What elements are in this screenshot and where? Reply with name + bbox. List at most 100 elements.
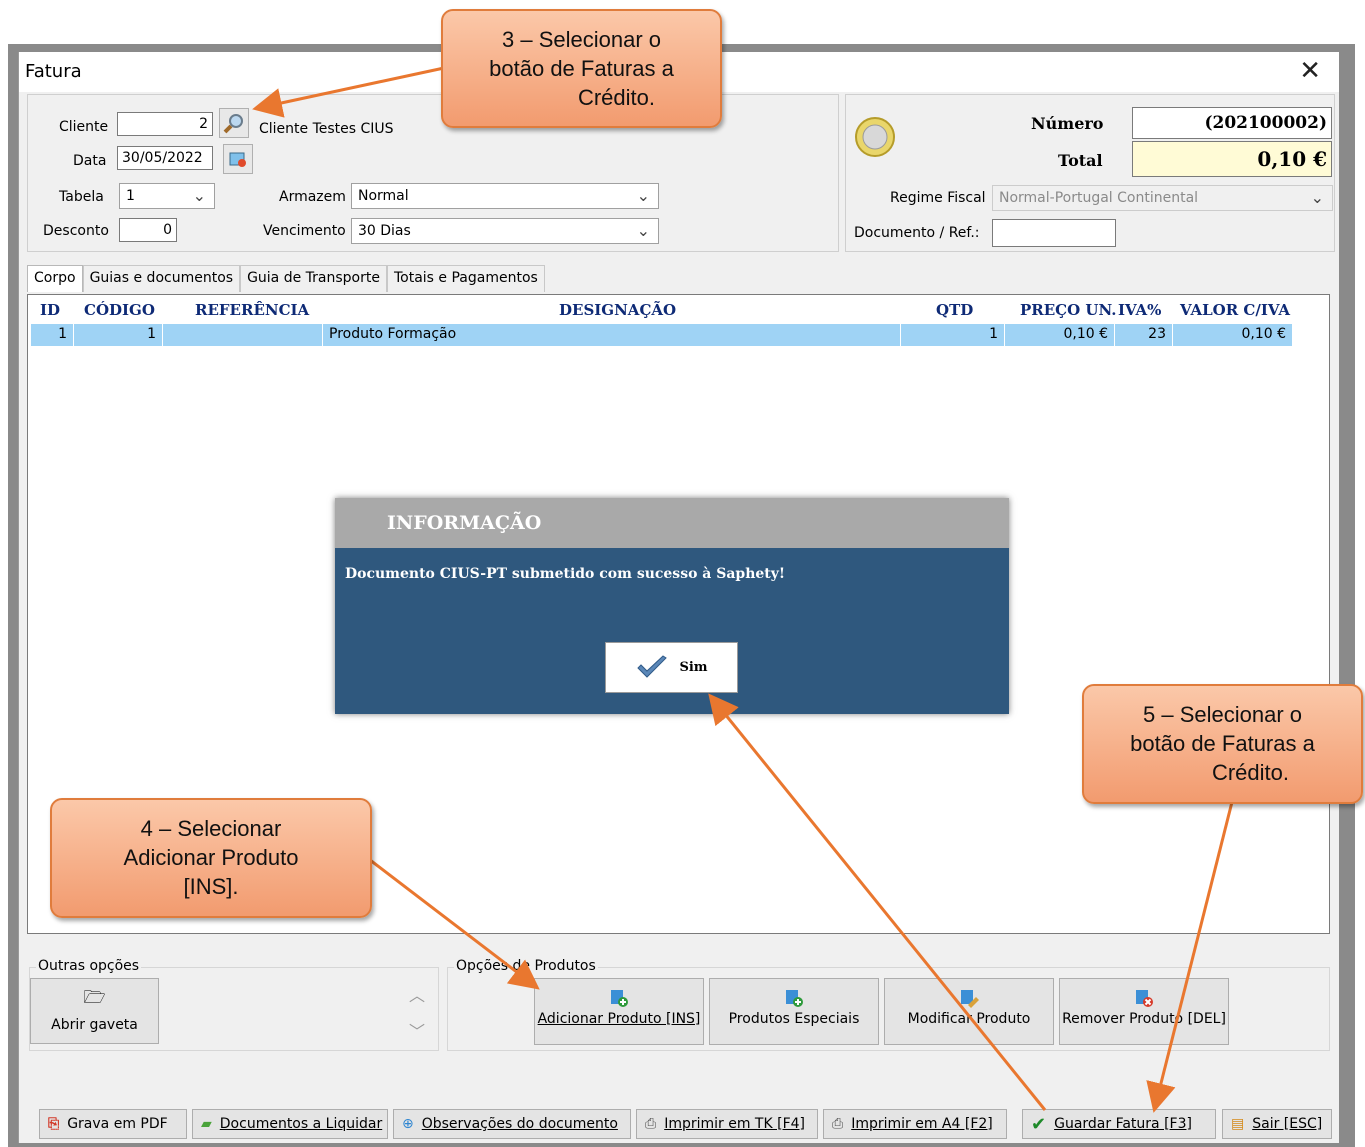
special-product-icon: [786, 990, 803, 1007]
adicionar-produto-button[interactable]: Adicionar Produto [INS]: [534, 978, 704, 1045]
close-icon[interactable]: ✕: [1299, 56, 1321, 86]
armazem-value: Normal: [358, 188, 409, 204]
cliente-label: Cliente: [59, 119, 109, 135]
pdf-icon: ⎘: [48, 1116, 60, 1132]
remove-product-icon: [1136, 990, 1153, 1007]
callout-step-5: 5 – Selecionar o botão de Faturas a Créd…: [1082, 684, 1363, 804]
col-header-qtd[interactable]: QTD: [936, 301, 973, 319]
cell-valor: 0,10 €: [1173, 324, 1293, 346]
documentos-liquidar-label: Documentos a Liquidar: [219, 1116, 383, 1132]
imprimir-tk-button[interactable]: ⎙ Imprimir em TK [F4]: [636, 1109, 818, 1139]
chevron-down-icon: ⌄: [636, 221, 650, 240]
opcoes-produtos-label: Opções de Produtos: [454, 958, 598, 974]
observacoes-label: Observações do documento: [421, 1116, 618, 1132]
window-title: Fatura: [25, 61, 82, 82]
tab-totais-pagamentos[interactable]: Totais e Pagamentos: [386, 265, 545, 292]
callout-4-line-3: [INS].: [183, 874, 239, 899]
outras-opcoes-label: Outras opções: [36, 958, 142, 974]
tabela-label: Tabela: [59, 189, 104, 205]
col-header-referencia[interactable]: REFERÊNCIA: [195, 301, 309, 319]
callout-3-line-1: 3 – Selecionar o: [502, 27, 661, 52]
calendar-icon: [229, 152, 246, 167]
produtos-especiais-button[interactable]: Produtos Especiais: [709, 978, 879, 1045]
numero-value: (202100002): [1132, 107, 1332, 139]
desconto-input[interactable]: 0: [119, 218, 177, 242]
imprimir-a4-label: Imprimir em A4 [F2]: [851, 1116, 993, 1132]
euro-coin-icon: [855, 117, 895, 157]
callout-3-line-2: botão de Faturas a: [489, 56, 674, 81]
search-client-button[interactable]: [219, 108, 249, 138]
vencimento-select[interactable]: 30 Dias ⌄: [351, 218, 659, 244]
callout-4-line-2: Adicionar Produto: [123, 845, 299, 870]
cell-qtd: 1: [901, 324, 1005, 346]
col-header-preco[interactable]: PREÇO UN.: [1020, 301, 1116, 319]
documentos-liquidar-button[interactable]: ▰ Documentos a Liquidar: [192, 1109, 388, 1139]
vencimento-label: Vencimento: [263, 223, 346, 239]
callout-4-line-1: 4 – Selecionar: [140, 816, 282, 841]
regime-select[interactable]: Normal-Portugal Continental ⌄: [992, 185, 1333, 211]
cell-preco: 0,10 €: [1005, 324, 1115, 346]
data-input[interactable]: 30/05/2022: [117, 146, 213, 170]
dialog-message: Documento CIUS-PT submetido com sucesso …: [345, 566, 786, 582]
imprimir-a4-button[interactable]: ⎙ Imprimir em A4 [F2]: [823, 1109, 1007, 1139]
observacoes-button[interactable]: ⊕ Observações do documento: [393, 1109, 631, 1139]
printer-icon: ⎙: [645, 1116, 657, 1132]
dialog-title: INFORMAÇÃO: [387, 512, 542, 534]
total-label: Total: [1058, 151, 1103, 170]
chevron-down-icon: ⌄: [192, 186, 206, 205]
grava-pdf-label: Grava em PDF: [67, 1116, 168, 1132]
guardar-fatura-label: Guardar Fatura [F3]: [1054, 1116, 1192, 1132]
add-product-icon: [611, 990, 628, 1007]
col-header-valor[interactable]: VALOR C/IVA: [1180, 301, 1290, 319]
sair-button[interactable]: ▤ Sair [ESC]: [1222, 1109, 1332, 1139]
callout-step-3: 3 – Selecionar o botão de Faturas a Créd…: [441, 9, 722, 128]
col-header-designacao[interactable]: DESIGNAÇÃO: [559, 301, 676, 319]
documento-input[interactable]: [992, 219, 1116, 247]
modificar-produto-button[interactable]: Modificar Produto: [884, 978, 1054, 1045]
cliente-input[interactable]: 2: [117, 112, 213, 136]
search-icon: [223, 114, 243, 134]
armazem-select[interactable]: Normal ⌄: [351, 183, 659, 209]
calendar-button[interactable]: [223, 144, 253, 174]
chevron-down-icon: ⌄: [1310, 188, 1324, 207]
money-icon: ▰: [201, 1116, 212, 1132]
callout-5-line-2: botão de Faturas a: [1130, 731, 1315, 756]
cell-id: 1: [31, 324, 74, 346]
guardar-fatura-button[interactable]: ✔ Guardar Fatura [F3]: [1022, 1109, 1216, 1139]
data-label: Data: [73, 153, 107, 169]
imprimir-tk-label: Imprimir em TK [F4]: [664, 1116, 806, 1132]
cell-iva: 23: [1115, 324, 1173, 346]
remover-produto-button[interactable]: Remover Produto [DEL]: [1059, 978, 1229, 1045]
tabela-select[interactable]: 1 ⌄: [119, 183, 215, 209]
col-header-iva[interactable]: IVA%: [1118, 301, 1161, 319]
scroll-down-icon[interactable]: ﹀: [409, 1018, 425, 1042]
callout-3-line-3: Crédito.: [577, 85, 656, 110]
sim-label: Sim: [679, 660, 708, 675]
cell-codigo: 1: [74, 324, 163, 346]
abrir-gaveta-label: Abrir gaveta: [51, 1017, 138, 1033]
table-row[interactable]: 1 1 Produto Formação 1 0,10 € 23 0,10 €: [31, 324, 1293, 346]
scroll-up-icon[interactable]: ︿: [409, 982, 425, 1006]
dialog-header: INFORMAÇÃO: [335, 498, 1009, 548]
abrir-gaveta-button[interactable]: 🗁 Abrir gaveta: [30, 978, 159, 1044]
tab-guias-documentos[interactable]: Guias e documentos: [82, 265, 241, 292]
tab-guia-transporte[interactable]: Guia de Transporte: [240, 265, 387, 292]
produtos-especiais-label: Produtos Especiais: [728, 1011, 860, 1027]
sim-button[interactable]: Sim: [605, 642, 738, 693]
edit-product-icon: [961, 990, 979, 1008]
sair-label: Sair [ESC]: [1252, 1116, 1323, 1132]
exit-icon: ▤: [1231, 1116, 1245, 1132]
info-dialog: INFORMAÇÃO Documento CIUS-PT submetido c…: [335, 498, 1009, 714]
grava-pdf-button[interactable]: ⎘ Grava em PDF: [39, 1109, 187, 1139]
regime-value: Normal-Portugal Continental: [999, 190, 1199, 206]
vencimento-value: 30 Dias: [358, 223, 411, 239]
col-header-id[interactable]: ID: [40, 301, 60, 319]
tab-strip: Corpo Guias e documentos Guia de Transpo…: [27, 265, 545, 292]
numero-label: Número: [1031, 114, 1104, 133]
cell-referencia: [163, 324, 323, 346]
documento-label: Documento / Ref.:: [854, 225, 980, 241]
col-header-codigo[interactable]: CÓDIGO: [84, 301, 155, 319]
tab-corpo[interactable]: Corpo: [27, 265, 83, 292]
printer-icon: ⎙: [832, 1116, 844, 1132]
remover-produto-label: Remover Produto [DEL]: [1062, 1011, 1226, 1027]
